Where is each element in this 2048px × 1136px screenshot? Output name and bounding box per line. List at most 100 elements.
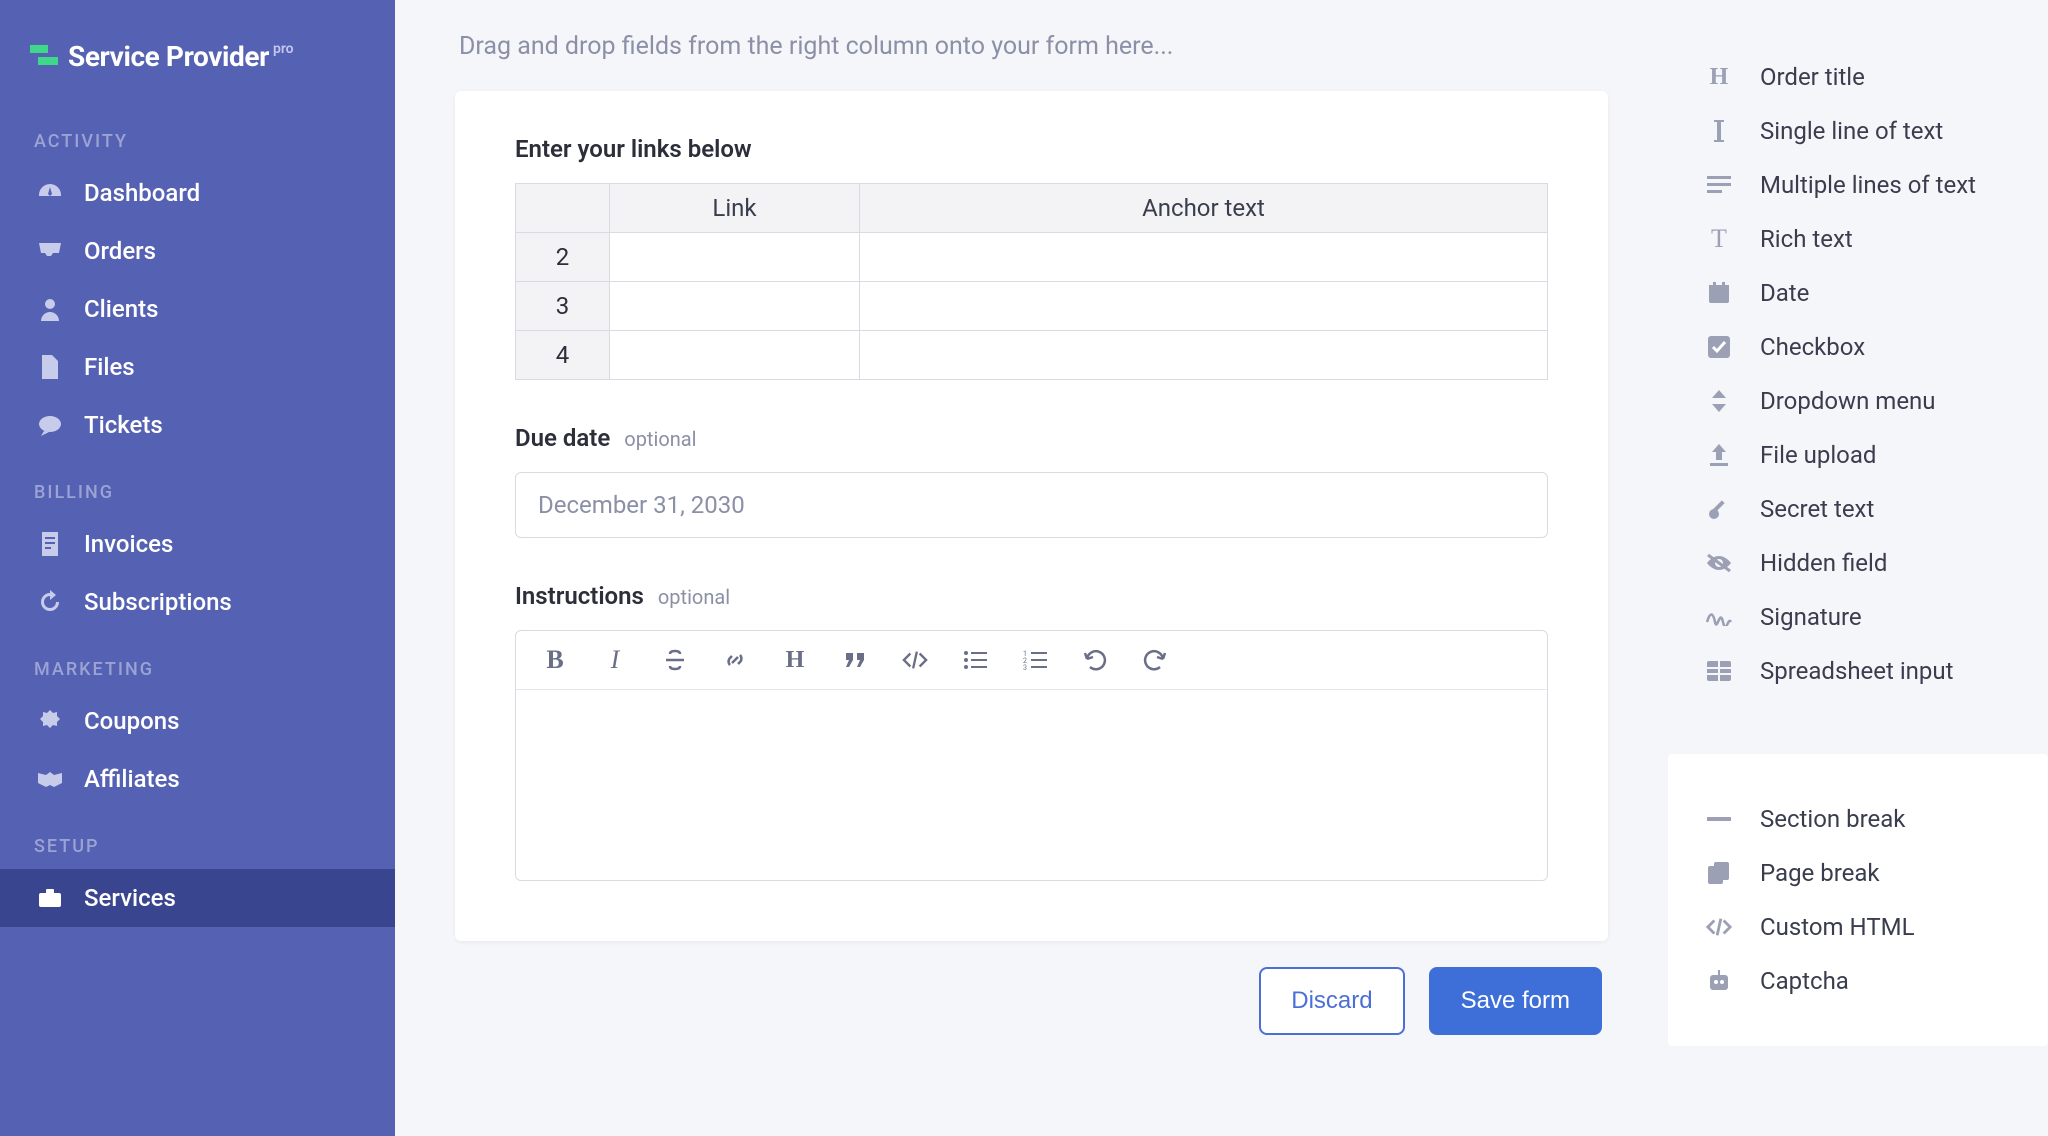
sidebar-item-label: Invoices [84,530,173,558]
upload-icon [1706,442,1732,468]
optional-tag: optional [624,427,696,451]
section-label-activity: ACTIVITY [0,103,395,164]
italic-icon[interactable]: I [602,647,628,673]
logo: Service Provider pro [0,30,395,103]
palette-item-date[interactable]: Date [1698,266,2018,320]
table-row: 4 [516,331,1548,380]
code-icon[interactable] [902,647,928,673]
sidebar-item-clients[interactable]: Clients [0,280,395,338]
sidebar-item-label: Affiliates [84,765,180,793]
row-num: 4 [516,331,610,380]
palette-item-multi-line[interactable]: Multiple lines of text [1698,158,2018,212]
bold-icon[interactable]: B [542,647,568,673]
palette-item-label: Rich text [1760,225,1853,253]
document-icon [34,531,66,557]
handshake-icon [34,766,66,792]
strikethrough-icon[interactable] [662,647,688,673]
sidebar-item-invoices[interactable]: Invoices [0,515,395,573]
palette-item-order-title[interactable]: H Order title [1698,50,2018,104]
palette-item-page-break[interactable]: Page break [1698,846,2018,900]
field-palette: H Order title Single line of text Multipl… [1668,0,2048,1136]
heading-icon[interactable]: H [782,647,808,673]
sidebar-item-subscriptions[interactable]: Subscriptions [0,573,395,631]
cell-link[interactable] [610,233,860,282]
link-icon[interactable] [722,647,748,673]
bullet-list-icon[interactable] [962,647,988,673]
chat-icon [34,412,66,438]
instructions-field: Instructions optional B I H 123 [515,582,1548,881]
calendar-icon [1706,280,1732,306]
key-icon [1706,496,1732,522]
palette-item-dropdown[interactable]: Dropdown menu [1698,374,2018,428]
palette-item-file-upload[interactable]: File upload [1698,428,2018,482]
col-header-link: Link [610,184,860,233]
palette-item-custom-html[interactable]: Custom HTML [1698,900,2018,954]
refresh-icon [34,589,66,615]
logo-suffix: pro [273,41,294,57]
undo-icon[interactable] [1082,647,1108,673]
palette-group-fields: H Order title Single line of text Multipl… [1668,50,2048,708]
sidebar-item-dashboard[interactable]: Dashboard [0,164,395,222]
cell-link[interactable] [610,331,860,380]
links-field-label: Enter your links below [515,135,1548,163]
rich-text-editor: B I H 123 [515,630,1548,881]
cell-anchor[interactable] [860,331,1548,380]
due-date-input[interactable]: December 31, 2030 [515,472,1548,538]
palette-item-single-line[interactable]: Single line of text [1698,104,2018,158]
save-button[interactable]: Save form [1429,967,1602,1035]
editor-body[interactable] [516,690,1547,880]
sidebar-item-affiliates[interactable]: Affiliates [0,750,395,808]
row-num: 3 [516,282,610,331]
palette-item-signature[interactable]: Signature [1698,590,2018,644]
palette-item-label: Date [1760,279,1809,307]
checkbox-icon [1706,334,1732,360]
palette-item-hidden[interactable]: Hidden field [1698,536,2018,590]
palette-item-captcha[interactable]: Captcha [1698,954,2018,1008]
cell-anchor[interactable] [860,282,1548,331]
eye-slash-icon [1706,550,1732,576]
palette-item-label: Order title [1760,63,1865,91]
palette-item-label: Single line of text [1760,117,1943,145]
sidebar-item-label: Subscriptions [84,588,232,616]
sidebar-item-label: Coupons [84,707,179,735]
sidebar-item-orders[interactable]: Orders [0,222,395,280]
table-row: 3 [516,282,1548,331]
palette-item-checkbox[interactable]: Checkbox [1698,320,2018,374]
table-row: 2 [516,233,1548,282]
palette-item-label: Checkbox [1760,333,1865,361]
palette-item-label: Captcha [1760,967,1849,995]
palette-group-layout: Section break Page break Custom HTML Cap… [1668,754,2048,1046]
drag-hint: Drag and drop fields from the right colu… [455,0,1608,91]
cell-link[interactable] [610,282,860,331]
numbered-list-icon[interactable]: 123 [1022,647,1048,673]
editor-toolbar: B I H 123 [516,631,1547,690]
robot-icon [1706,968,1732,994]
section-label-marketing: MARKETING [0,631,395,692]
user-icon [34,296,66,322]
code-icon [1706,914,1732,940]
palette-item-label: Section break [1760,805,1905,833]
heading-icon: H [1706,64,1732,90]
table-header-row: Link Anchor text [516,184,1548,233]
quote-icon[interactable] [842,647,868,673]
sidebar-item-tickets[interactable]: Tickets [0,396,395,454]
discard-button[interactable]: Discard [1259,967,1404,1035]
svg-text:3: 3 [1023,664,1027,670]
palette-item-rich-text[interactable]: TRich text [1698,212,2018,266]
label-text: Instructions [515,582,644,610]
sidebar-item-label: Tickets [84,411,163,439]
palette-item-label: Custom HTML [1760,913,1915,941]
redo-icon[interactable] [1142,647,1168,673]
sidebar-item-coupons[interactable]: Coupons [0,692,395,750]
cell-anchor[interactable] [860,233,1548,282]
palette-item-secret[interactable]: Secret text [1698,482,2018,536]
sidebar-item-services[interactable]: Services [0,869,395,927]
palette-item-section-break[interactable]: Section break [1698,792,2018,846]
sidebar-item-files[interactable]: Files [0,338,395,396]
sidebar-item-label: Orders [84,237,156,265]
palette-item-label: Multiple lines of text [1760,171,1976,199]
palette-item-label: Secret text [1760,495,1874,523]
label-text: Due date [515,424,610,452]
palette-item-spreadsheet[interactable]: Spreadsheet input [1698,644,2018,698]
inbox-icon [34,238,66,264]
